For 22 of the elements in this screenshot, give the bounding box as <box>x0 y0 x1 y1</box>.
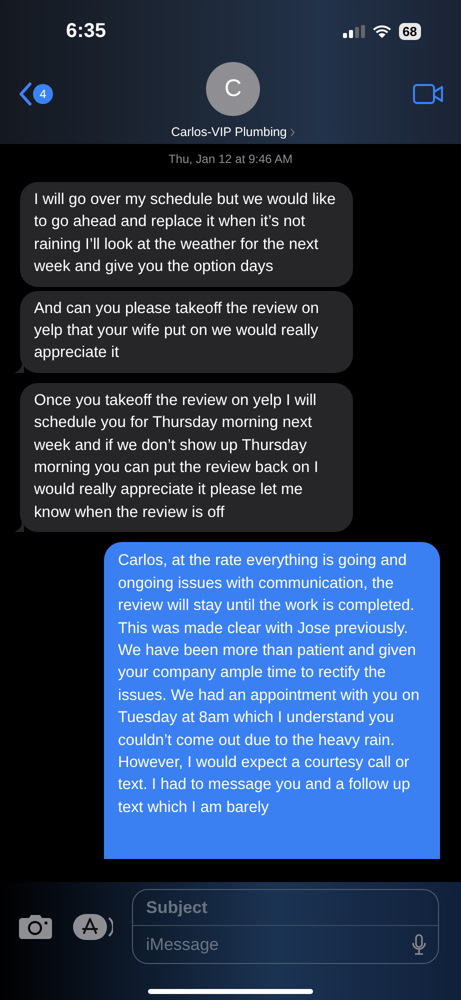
message-field[interactable]: iMessage <box>133 926 412 963</box>
app-store-icon[interactable] <box>73 914 113 940</box>
video-call-icon[interactable] <box>412 84 443 104</box>
received-message: I will go over my schedule but we would like to go ahead and replace it when it’s not raining I’ll look at the weather for the next week and give you the option days <box>20 182 353 287</box>
contact-name[interactable]: Carlos-VIP Plumbing <box>171 123 287 142</box>
unread-badge: 4 <box>33 84 53 104</box>
bubble-tail-icon <box>14 362 24 373</box>
battery-level: 68 <box>398 22 421 40</box>
sent-message: Carlos, at the rate everything is going and ongoing issues with communication, the review will stay until the work is completed. This was made clear with Jose previously. We have been more than patient and given your company ample time to rectify the issues. We had an appointment with you on Tuesday at 8am which I understand you couldn’t come out due to the heavy rain. However, I would expect a courtesy call or text. I had to message you and a follow up text which I am barely <box>104 542 440 860</box>
bubble-tail-icon <box>14 522 24 532</box>
conversation-timestamp: Thu, Jan 12 at 9:46 AM <box>167 151 294 168</box>
back-chevron-icon[interactable] <box>18 82 32 106</box>
received-message: And can you please takeoff the review on yelp that your wife put on we would really appreciate it <box>20 290 353 373</box>
wifi-icon <box>372 24 392 38</box>
status-time: 6:35 <box>66 19 106 44</box>
message-composer[interactable]: Subject iMessage <box>132 889 439 964</box>
microphone-icon[interactable] <box>412 934 426 956</box>
subject-field[interactable]: Subject <box>133 890 438 926</box>
chevron-right-icon <box>290 128 295 137</box>
received-message: Once you takeoff the review on yelp I will schedule you for Thursday morning next week and if we don’t show up Thursday morning you can put the review back on I would really appreciate it please let me know when the review is off <box>20 382 353 532</box>
camera-icon[interactable] <box>19 914 52 939</box>
signal-icon <box>342 24 365 38</box>
